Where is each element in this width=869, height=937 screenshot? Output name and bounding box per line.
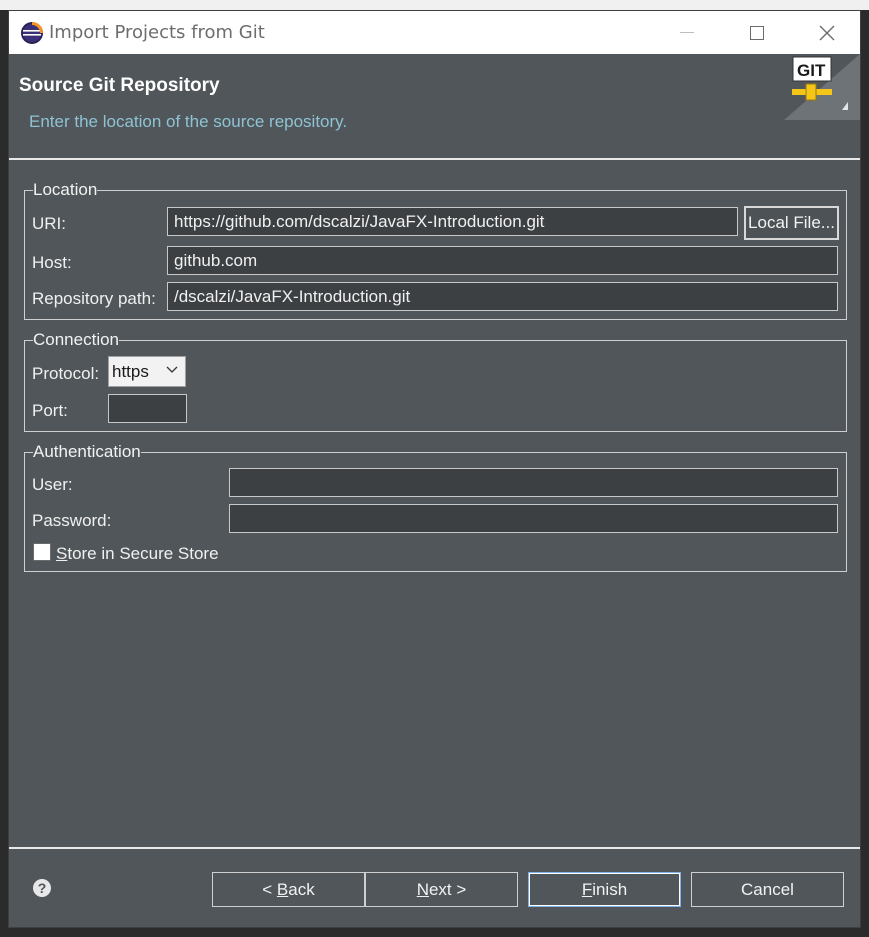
store-secure-label-rest: tore in Secure Store (67, 544, 219, 563)
next-mnemonic: N (416, 879, 429, 899)
password-label: Password: (32, 511, 112, 530)
close-icon (819, 25, 835, 40)
user-input[interactable] (229, 468, 838, 497)
import-dialog: Import Projects from Git Source Git Repo… (8, 10, 861, 928)
connection-legend: Connection (33, 330, 120, 349)
store-secure-label[interactable]: Store in Secure Store (56, 544, 219, 564)
eclipse-icon (21, 22, 43, 44)
help-icon[interactable]: ? (33, 879, 51, 897)
protocol-select[interactable]: https (108, 356, 186, 387)
page-description: Enter the location of the source reposit… (29, 112, 348, 131)
location-legend: Location (33, 180, 98, 199)
protocol-value: https (112, 362, 149, 381)
finish-button[interactable]: Finish (528, 872, 681, 907)
minimize-icon (680, 32, 694, 33)
protocol-label: Protocol: (32, 364, 100, 383)
uri-label: URI: (32, 214, 66, 233)
user-label: User: (32, 475, 73, 494)
footer-separator (9, 847, 860, 849)
local-file-button[interactable]: Local File... (744, 206, 839, 240)
title-bar: Import Projects from Git (9, 11, 860, 54)
cancel-button[interactable]: Cancel (691, 872, 844, 907)
window-title: Import Projects from Git (49, 22, 265, 43)
port-input[interactable] (108, 394, 187, 423)
chevron-down-icon (166, 366, 178, 373)
back-mnemonic: B (276, 879, 289, 899)
password-input[interactable] (229, 504, 838, 533)
header-separator (9, 158, 860, 160)
authentication-legend: Authentication (33, 442, 141, 461)
uri-input[interactable]: https://github.com/dscalzi/JavaFX-Introd… (167, 207, 738, 236)
git-banner-icon: GIT (784, 54, 860, 120)
back-prefix: < (262, 879, 277, 899)
finish-mnemonic: F (581, 879, 593, 899)
host-input[interactable]: github.com (167, 246, 838, 275)
repository-path-input[interactable]: /dscalzi/JavaFX-Introduction.git (167, 282, 838, 311)
port-label: Port: (32, 401, 68, 420)
page-title: Source Git Repository (19, 75, 220, 96)
maximize-button[interactable] (722, 11, 792, 54)
store-secure-mnemonic: S (56, 544, 68, 563)
host-label: Host: (32, 253, 72, 272)
desktop-background (0, 0, 869, 10)
back-button[interactable]: < Back (212, 872, 365, 907)
store-secure-checkbox[interactable] (33, 543, 51, 561)
next-button[interactable]: Next > (365, 872, 518, 907)
minimize-button[interactable] (652, 11, 722, 54)
back-rest: ack (288, 879, 315, 899)
finish-rest: inish (592, 879, 628, 899)
wizard-header: Source Git Repository Enter the location… (9, 54, 860, 158)
git-banner-text: GIT (797, 61, 826, 80)
close-button[interactable] (792, 11, 862, 54)
repository-path-label: Repository path: (32, 289, 156, 308)
next-rest: ext > (428, 879, 467, 899)
maximize-icon (750, 25, 764, 40)
